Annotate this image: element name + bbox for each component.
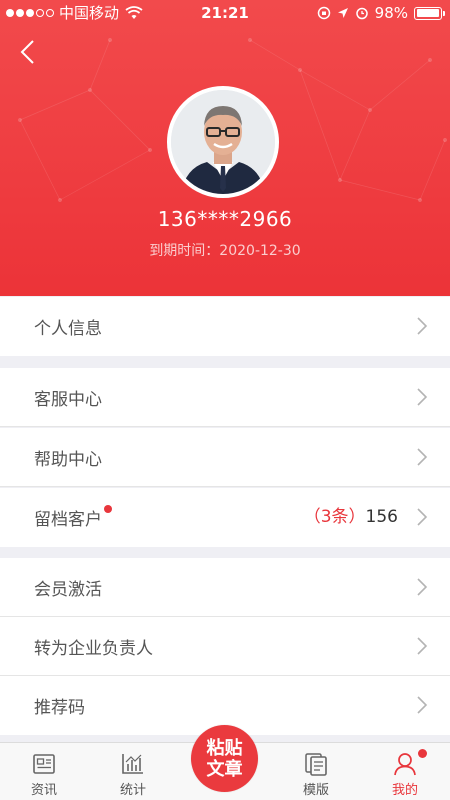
battery-fill — [416, 9, 440, 17]
avatar[interactable] — [167, 86, 279, 198]
menu-label: 帮助中心 — [34, 450, 102, 470]
menu-item-member-activation[interactable]: 会员激活 — [0, 558, 450, 617]
paste-article-button[interactable]: 粘贴 文章 — [191, 725, 258, 792]
menu-item-help-center[interactable]: 帮助中心 — [0, 428, 450, 487]
profile-header: 中国移动 21:21 98% 136****2966 到期时间：2020-12-… — [0, 0, 450, 296]
tab-label: 模版 — [302, 783, 329, 798]
templates-icon — [305, 753, 327, 776]
menu-label: 留档客户 — [34, 510, 102, 530]
paste-button-line1: 粘贴 — [206, 737, 243, 759]
menu-label: 推荐码 — [34, 698, 85, 718]
chevron-right-icon — [417, 578, 428, 596]
menu-label: 转为企业负责人 — [34, 639, 153, 659]
chevron-right-icon — [417, 448, 428, 466]
chevron-right-icon — [417, 696, 428, 714]
status-right: 98% — [317, 0, 445, 26]
paste-button-line2: 文章 — [206, 758, 243, 780]
status-bar: 中国移动 21:21 98% — [0, 0, 450, 26]
new-badge-dot — [104, 504, 112, 513]
tab-stats[interactable]: 统计 — [98, 743, 168, 800]
chevron-right-icon — [417, 317, 428, 335]
tab-templates[interactable]: 模版 — [281, 743, 351, 800]
news-icon — [33, 754, 55, 774]
paren-close: ） — [348, 507, 366, 527]
client-count: （3条）156 — [304, 488, 398, 547]
menu-label: 会员激活 — [34, 580, 102, 600]
tab-label: 我的 — [391, 783, 418, 798]
tab-label: 资讯 — [30, 783, 57, 798]
new-clients-count: 3条 — [320, 507, 349, 527]
total-clients-count: 156 — [365, 507, 398, 527]
chevron-right-icon — [417, 508, 428, 526]
menu-label: 个人信息 — [34, 319, 102, 339]
tab-mine[interactable]: 我的 — [370, 743, 440, 800]
menu-item-customer-service[interactable]: 客服中心 — [0, 368, 450, 427]
chevron-right-icon — [417, 637, 428, 655]
menu-item-personal-info[interactable]: 个人信息 — [0, 297, 450, 356]
rotation-lock-icon — [317, 6, 330, 20]
user-icon — [394, 753, 416, 776]
stats-icon — [122, 754, 143, 774]
battery-percent: 98% — [374, 4, 408, 22]
alarm-icon — [355, 7, 368, 20]
paren-open: （ — [303, 507, 321, 527]
menu-label: 客服中心 — [34, 390, 102, 410]
battery-icon — [414, 6, 445, 20]
tab-label: 统计 — [119, 783, 146, 798]
menu-item-become-enterprise-owner[interactable]: 转为企业负责人 — [0, 617, 450, 676]
tab-news[interactable]: 资讯 — [9, 743, 79, 800]
phone-number: 136****2966 — [157, 207, 293, 231]
avatar-portrait — [171, 90, 275, 194]
menu-item-saved-clients[interactable]: 留档客户 （3条）156 — [0, 488, 450, 547]
notification-dot — [418, 749, 427, 758]
expiry-date: 到期时间：2020-12-30 — [149, 243, 301, 259]
location-arrow-icon — [337, 8, 348, 18]
back-arrow-icon[interactable] — [16, 38, 40, 66]
chevron-right-icon — [417, 388, 428, 406]
